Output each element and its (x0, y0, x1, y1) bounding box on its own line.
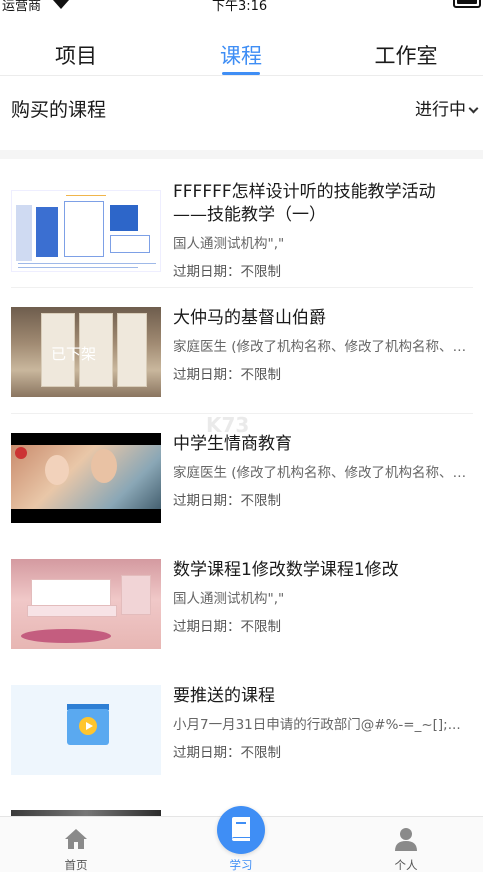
study-button[interactable] (217, 806, 265, 854)
nav-home-label: 首页 (64, 858, 88, 872)
row-separator (11, 791, 473, 792)
play-icon (79, 717, 97, 735)
watermark-logo: K73 (206, 413, 250, 437)
clock-time: 下午3:16 (212, 0, 268, 14)
page-title: 购买的课程 (11, 99, 107, 121)
status-filter-label: 进行中 (415, 100, 466, 120)
book-icon (232, 817, 250, 841)
course-expiry: 过期日期：不限制 (173, 493, 281, 509)
course-expiry: 过期日期：不限制 (173, 745, 281, 761)
active-tab-indicator (222, 72, 260, 75)
course-thumbnail (11, 685, 161, 775)
course-title-line2: ——技能教学（一） (173, 205, 326, 225)
nav-profile-label: 个人 (394, 858, 418, 872)
course-item[interactable]: 数学课程1修改数学课程1修改 国人通测试机构"," 过期日期：不限制 (0, 540, 483, 666)
carrier-label: 运营商 (2, 0, 42, 14)
nav-home[interactable]: 首页 (26, 817, 126, 872)
course-title[interactable]: 大仲马的基督山伯爵 (173, 307, 478, 330)
wifi-icon (53, 0, 69, 9)
divider (0, 150, 483, 159)
tab-studio[interactable]: 工作室 (362, 40, 450, 70)
battery-icon (453, 0, 481, 8)
course-provider: 国人通测试机构"," (173, 591, 285, 607)
course-item[interactable]: 已下架 大仲马的基督山伯爵 家庭医生 (修改了机构名称、修改了机构名称、修改了机… (0, 288, 483, 414)
unlisted-label: 已下架 (51, 345, 97, 363)
course-provider: 国人通测试机构"," (173, 236, 285, 252)
chevron-down-icon (468, 103, 479, 114)
status-bar: 运营商 下午3:16 (0, 0, 483, 14)
home-icon (65, 829, 87, 849)
course-expiry: 过期日期：不限制 (173, 367, 281, 383)
nav-study-label: 学习 (229, 858, 253, 872)
tab-courses[interactable]: 课程 (205, 40, 277, 70)
course-thumbnail (11, 190, 161, 272)
course-thumbnail: 已下架 (11, 307, 161, 397)
course-provider: 家庭医生 (修改了机构名称、修改了机构名称、修改了机构名称) (173, 465, 475, 481)
course-title[interactable]: 要推送的课程 (173, 685, 478, 708)
course-thumbnail (11, 559, 161, 649)
course-provider: 小月7一月31日申请的行政部门@#%-=_~[];... (173, 717, 461, 733)
course-thumbnail (11, 433, 161, 523)
course-item[interactable]: 要推送的课程 小月7一月31日申请的行政部门@#%-=_~[];... 过期日期… (0, 666, 483, 792)
person-icon (395, 828, 417, 851)
course-title[interactable]: FFFFFF怎样设计听的技能教学活动 ——技能教学（一） (173, 181, 478, 227)
status-filter-dropdown[interactable]: 进行中 (415, 95, 479, 120)
watermark: K73 游戏之家 (206, 413, 301, 437)
tab-projects[interactable]: 项目 (40, 40, 112, 70)
section-header: 购买的课程 进行中 (0, 77, 483, 135)
course-expiry: 过期日期：不限制 (173, 619, 281, 635)
course-title-line1: FFFFFF怎样设计听的技能教学活动 (173, 182, 436, 202)
course-expiry: 过期日期：不限制 (173, 264, 281, 280)
course-provider: 家庭医生 (修改了机构名称、修改了机构名称、修改了机构名称) (173, 339, 475, 355)
course-item[interactable]: FFFFFF怎样设计听的技能教学活动 ——技能教学（一） 国人通测试机构"," … (0, 162, 483, 288)
nav-profile[interactable]: 个人 (356, 817, 456, 872)
watermark-text: 游戏之家 (253, 421, 302, 435)
course-title[interactable]: 数学课程1修改数学课程1修改 (173, 559, 478, 582)
top-tab-bar: 项目 课程 工作室 (0, 30, 483, 76)
